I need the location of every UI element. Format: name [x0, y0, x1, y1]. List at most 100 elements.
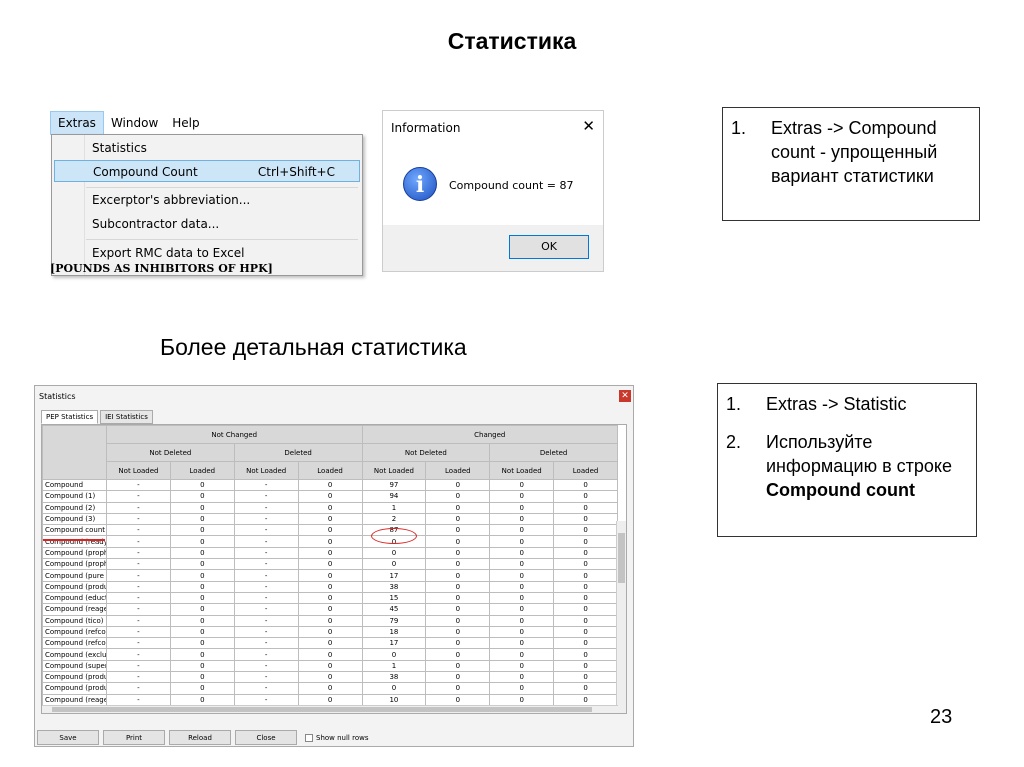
table-cell: 0	[553, 659, 618, 673]
table-cell: 0	[425, 637, 491, 650]
header-deleted: Deleted	[233, 443, 363, 462]
table-cell: 0	[425, 535, 491, 548]
table-cell: 17	[361, 637, 427, 650]
table-cell: -	[233, 693, 299, 706]
menu-item-export-rmc[interactable]: Export RMC data to Excel	[54, 242, 360, 264]
table-row[interactable]: Compound (propho -0-0 0 0 0 0	[42, 546, 618, 560]
ok-button[interactable]: OK	[509, 235, 589, 259]
table-cell: 0	[489, 546, 555, 560]
table-cell: -	[233, 591, 299, 605]
table-cell: 97	[361, 478, 427, 492]
table-row[interactable]: Compound (reager -0-0 45 0 0 0	[42, 603, 618, 616]
red-circle-annotation	[371, 528, 417, 544]
table-cell: 0	[169, 569, 235, 582]
table-cell: 0	[425, 648, 491, 661]
red-underline-annotation	[43, 539, 105, 541]
table-row[interactable]: Compound (educts -0-0 15 0 0 0	[42, 591, 618, 605]
vertical-scrollbar[interactable]	[616, 521, 626, 713]
close-button[interactable]: Close	[235, 730, 297, 745]
table-cell: 1	[361, 501, 427, 514]
menu-window[interactable]: Window	[104, 112, 165, 134]
table-row[interactable]: Compound (ready) -0-0 0 0 0 0	[42, 535, 618, 548]
table-cell: 18	[361, 625, 427, 639]
table-cell: 0	[297, 580, 363, 593]
table-row[interactable]: Compound (2) -0-0 1 0 0 0	[42, 501, 618, 514]
table-cell: 79	[361, 614, 427, 627]
table-cell: 0	[297, 693, 363, 706]
row-label: Compound (2)	[42, 501, 107, 514]
row-label: Compound (tico)	[42, 614, 107, 627]
menu-extras[interactable]: Extras	[50, 111, 104, 135]
horizontal-scrollbar[interactable]	[42, 705, 618, 713]
row-label: Compound (refco)	[42, 625, 107, 639]
table-cell: 0	[425, 558, 491, 571]
header-cell: Not Loaded	[361, 461, 427, 480]
table-row[interactable]: Compound (superf -0-0 1 0 0 0	[42, 659, 618, 673]
table-cell: 0	[425, 693, 491, 706]
reload-button[interactable]: Reload	[169, 730, 231, 745]
table-cell: 0	[553, 546, 618, 560]
table-cell: 0	[169, 671, 235, 684]
table-cell: 0	[297, 524, 363, 537]
table-cell: 0	[169, 591, 235, 605]
table-row[interactable]: Compound (pure n -0-0 17 0 0 0	[42, 569, 618, 582]
tab-pep-statistics[interactable]: PEP Statistics	[41, 410, 99, 424]
header-not-deleted: Not Deleted	[106, 443, 235, 462]
table-row[interactable]: Compound (produc -0-0 38 0 0 0	[42, 580, 618, 593]
table-row[interactable]: Compound (refco n -0-0 17 0 0 0	[42, 637, 618, 650]
row-label: Compound (pure n	[42, 569, 107, 582]
table-cell: -	[233, 671, 299, 684]
table-cell: 0	[169, 535, 235, 548]
row-label: Compound	[42, 478, 107, 492]
menu-item-label: Statistics	[92, 141, 147, 155]
callout-compound-count: 1. Extras -> Compound count - упрощенный…	[722, 107, 980, 221]
table-row[interactable]: Compound -0-0 97 0 0 0	[42, 478, 618, 492]
table-cell: 0	[553, 501, 618, 514]
window-buttons: Save Print Reload Close Show null rows	[37, 730, 368, 745]
table-cell: -	[106, 637, 171, 650]
close-icon[interactable]: ✕	[619, 390, 631, 402]
table-cell: 0	[169, 558, 235, 571]
menu-item-label: Excerptor's abbreviation...	[92, 193, 251, 207]
table-cell: -	[106, 591, 171, 605]
table-cell: 0	[425, 524, 491, 537]
table-cell: 0	[553, 648, 618, 661]
save-button[interactable]: Save	[37, 730, 99, 745]
table-row[interactable]: Compound (exclusi -0-0 0 0 0 0	[42, 648, 618, 661]
menu-item-subcontractor-data[interactable]: Subcontractor data...	[54, 213, 360, 235]
table-cell: -	[233, 478, 299, 492]
slide-title: Статистика	[447, 28, 577, 54]
table-cell: -	[233, 558, 299, 571]
print-button[interactable]: Print	[103, 730, 165, 745]
table-row[interactable]: Compound (3) -0-0 2 0 0 0	[42, 512, 618, 526]
table-row[interactable]: Compound (propho -0-0 0 0 0 0	[42, 558, 618, 571]
callout-statistic: 1. Extras -> Statistic 2. Используйте ин…	[717, 383, 977, 537]
show-null-rows-checkbox[interactable]	[305, 733, 313, 742]
table-cell: 0	[425, 671, 491, 684]
table-cell: 0	[169, 637, 235, 650]
menu-item-compound-count[interactable]: Compound Count Ctrl+Shift+C	[54, 160, 360, 182]
table-row[interactable]: Compound (tico) -0-0 79 0 0 0	[42, 614, 618, 627]
menu-item-excerptor-abbreviation[interactable]: Excerptor's abbreviation...	[54, 189, 360, 211]
table-row[interactable]: Compound (produc -0-0 38 0 0 0	[42, 671, 618, 684]
table-cell: -	[233, 625, 299, 639]
table-row[interactable]: Compound (reager -0-0 10 0 0 0	[42, 693, 618, 706]
table-row[interactable]: Compound (produc -0-0 0 0 0 0	[42, 682, 618, 695]
header-changed: Changed	[361, 425, 618, 444]
tab-iei-statistics[interactable]: IEI Statistics	[100, 410, 153, 424]
menu-help[interactable]: Help	[165, 112, 206, 134]
table-row[interactable]: Compound (refco) -0-0 18 0 0 0	[42, 625, 618, 639]
dialog-message: Compound count = 87	[449, 179, 574, 192]
table-cell: 0	[489, 591, 555, 605]
menu-item-statistics[interactable]: Statistics	[54, 137, 360, 159]
close-icon[interactable]: ✕	[582, 117, 595, 135]
table-cell: 0	[297, 637, 363, 650]
table-cell: 0	[425, 478, 491, 492]
callout-item-text: Extras -> Statistic	[766, 394, 907, 414]
row-label: Compound (produc	[42, 580, 107, 593]
table-cell: 0	[169, 614, 235, 627]
header-row-low: Not Loaded Loaded Not Loaded Loaded Not Load…	[43, 461, 618, 480]
table-cell: 0	[425, 580, 491, 593]
table-row[interactable]: Compound (1) -0-0 94 0 0 0	[42, 490, 618, 503]
table-row[interactable]: Compound count -0-0 87 0 0 0	[42, 524, 618, 537]
